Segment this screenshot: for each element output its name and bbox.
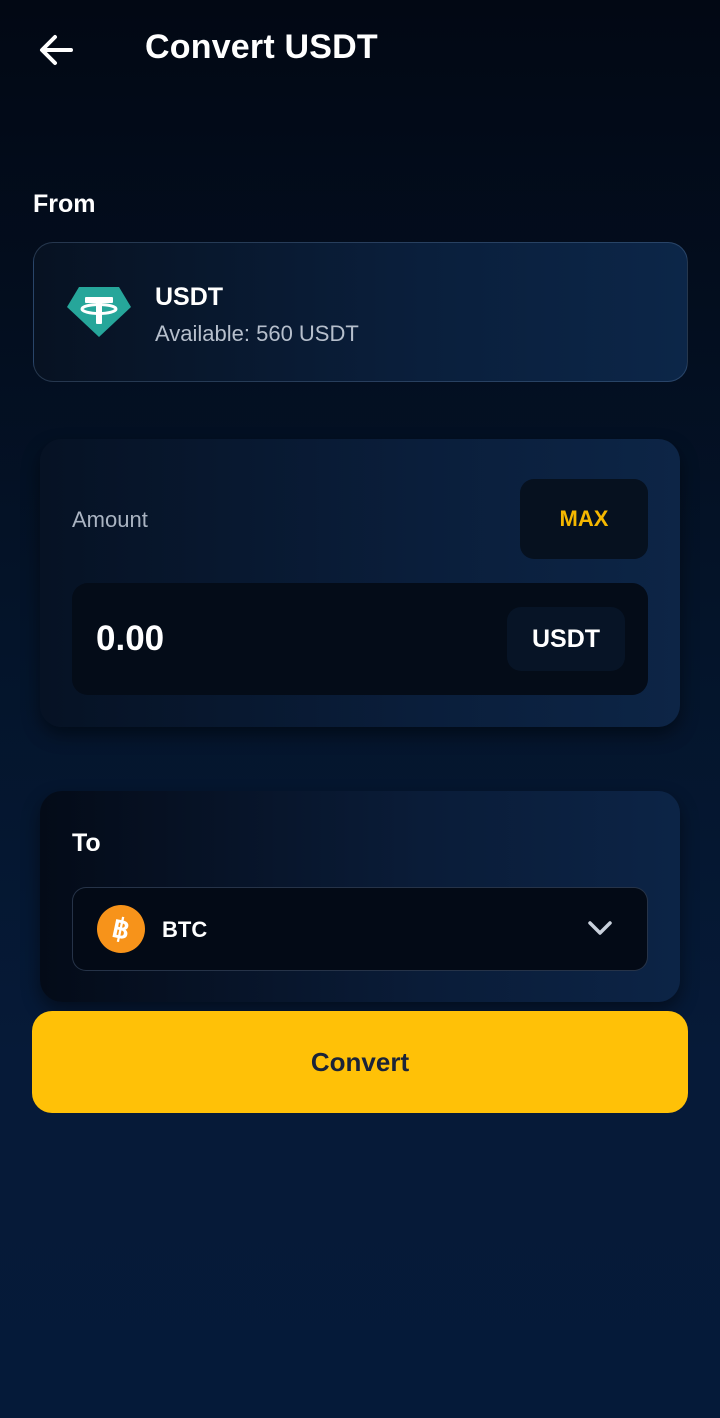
max-button[interactable]: MAX (520, 479, 648, 559)
convert-button[interactable]: Convert (32, 1011, 688, 1113)
tether-icon (67, 287, 131, 337)
amount-card: Amount MAX USDT (40, 439, 680, 727)
chevron-down-icon (588, 921, 612, 935)
amount-label: Amount (72, 507, 148, 532)
to-asset-select[interactable]: ฿ BTC (72, 887, 648, 971)
to-asset-name: BTC (162, 917, 208, 942)
app-header: Convert USDT (0, 0, 720, 100)
back-button[interactable] (30, 26, 82, 74)
available-balance: Available: 560 USDT (155, 321, 359, 346)
amount-input[interactable] (96, 611, 476, 667)
to-label: To (72, 829, 101, 857)
page-title: Convert USDT (145, 28, 378, 66)
from-asset-card[interactable]: USDT Available: 560 USDT (33, 242, 688, 382)
bitcoin-icon: ฿ (97, 905, 145, 953)
from-asset-name: USDT (155, 283, 224, 311)
from-label: From (33, 190, 96, 218)
to-card: To ฿ BTC (40, 791, 680, 1002)
amount-unit-badge: USDT (507, 607, 625, 671)
amount-field: USDT (72, 583, 648, 695)
arrow-left-icon (40, 35, 73, 65)
